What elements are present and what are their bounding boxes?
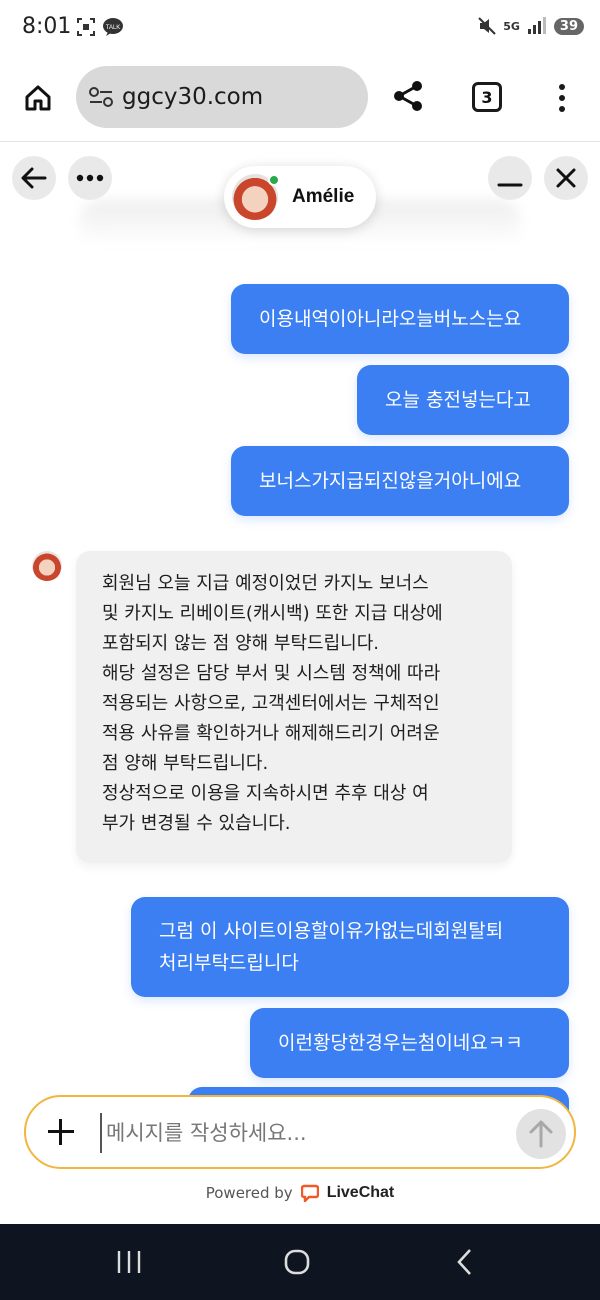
message-input[interactable] <box>100 1113 500 1153</box>
site-settings-icon[interactable] <box>88 86 114 108</box>
user-message: 보너스가지급되진않을거아니에요 <box>231 446 569 516</box>
browser-toolbar: ggcy30.com 3 <box>0 56 600 142</box>
tab-count: 3 <box>481 87 493 107</box>
signal-icon <box>527 17 546 34</box>
status-left-icons: TALK <box>76 17 124 37</box>
livechat-logo-icon <box>300 1184 319 1202</box>
address-bar[interactable]: ggcy30.com <box>76 66 368 128</box>
screenshot-icon <box>77 18 95 36</box>
minimize-icon <box>497 183 523 187</box>
message-text: 회원님 오늘 지급 예정이었던 카지노 보너스 및 카지노 리베이트(캐시백) … <box>102 573 443 834</box>
svg-text:TALK: TALK <box>106 25 121 31</box>
more-dot-icon <box>559 95 565 101</box>
status-bar: 8:01 TALK 5G 39 <box>0 0 600 56</box>
agent-message: 회원님 오늘 지급 예정이었던 카지노 보너스 및 카지노 리베이트(캐시백) … <box>76 551 512 863</box>
message-text: 오늘 충전넣는다고 <box>385 388 531 411</box>
chat-options-button[interactable] <box>68 156 112 200</box>
home-circle-icon <box>284 1249 310 1275</box>
message-text: 이런황당한경우는첨이네요ㅋㅋ <box>278 1031 523 1054</box>
battery-indicator: 39 <box>553 17 584 35</box>
add-attachment-button[interactable] <box>46 1117 76 1147</box>
share-button[interactable] <box>390 78 430 118</box>
status-time: 8:01 <box>22 14 72 39</box>
status-right-icons: 5G 39 <box>477 16 584 36</box>
back-nav-button[interactable] <box>440 1244 490 1280</box>
agent-avatar <box>232 174 280 220</box>
agent-header[interactable]: Amélie <box>224 166 376 228</box>
talk-icon: TALK <box>103 18 123 36</box>
user-message: 오늘 충전넣는다고 <box>357 365 569 435</box>
close-chat-button[interactable] <box>544 156 588 200</box>
network-type: 5G <box>503 19 520 33</box>
url-text[interactable]: ggcy30.com <box>122 84 263 110</box>
message-text: 그럼 이 사이트이용할이유가없는데회원탈퇴 처리부탁드립니다 <box>159 920 504 974</box>
chevron-left-icon <box>457 1249 471 1275</box>
tab-switcher-button[interactable]: 3 <box>472 82 502 112</box>
home-icon <box>25 85 51 111</box>
home-nav-button[interactable] <box>272 1244 322 1280</box>
livechat-brand[interactable]: LiveChat <box>327 1184 395 1202</box>
arrow-up-icon <box>529 1120 553 1148</box>
recent-apps-icon <box>117 1251 141 1273</box>
more-horizontal-icon <box>76 174 104 182</box>
more-dot-icon <box>559 84 565 90</box>
message-text: 보너스가지급되진않을거아니에요 <box>259 469 522 492</box>
browser-menu-button[interactable] <box>548 78 576 118</box>
send-button[interactable] <box>516 1109 566 1159</box>
online-status-dot <box>268 174 280 186</box>
user-message: 그럼 이 사이트이용할이유가없는데회원탈퇴 처리부탁드립니다 <box>131 897 569 997</box>
back-button[interactable] <box>12 156 56 200</box>
powered-by-footer: Powered by LiveChat <box>0 1184 600 1202</box>
message-composer <box>24 1095 576 1169</box>
message-text: 이용내역이아니라오늘버노스는요 <box>259 307 522 330</box>
system-navigation-bar <box>0 1224 600 1300</box>
user-message: 이런황당한경우는첨이네요ㅋㅋ <box>250 1008 569 1078</box>
recent-apps-button[interactable] <box>104 1244 154 1280</box>
agent-avatar-small <box>32 551 62 581</box>
arrow-left-icon <box>21 167 47 189</box>
user-message: 이용내역이아니라오늘버노스는요 <box>231 284 569 354</box>
home-button[interactable] <box>20 78 56 118</box>
close-icon <box>556 168 576 188</box>
powered-by-label: Powered by <box>205 1184 293 1202</box>
mute-icon <box>478 17 496 35</box>
more-dot-icon <box>559 106 565 112</box>
minimize-button[interactable] <box>488 156 532 200</box>
agent-name: Amélie <box>292 186 355 207</box>
share-icon <box>394 81 422 111</box>
